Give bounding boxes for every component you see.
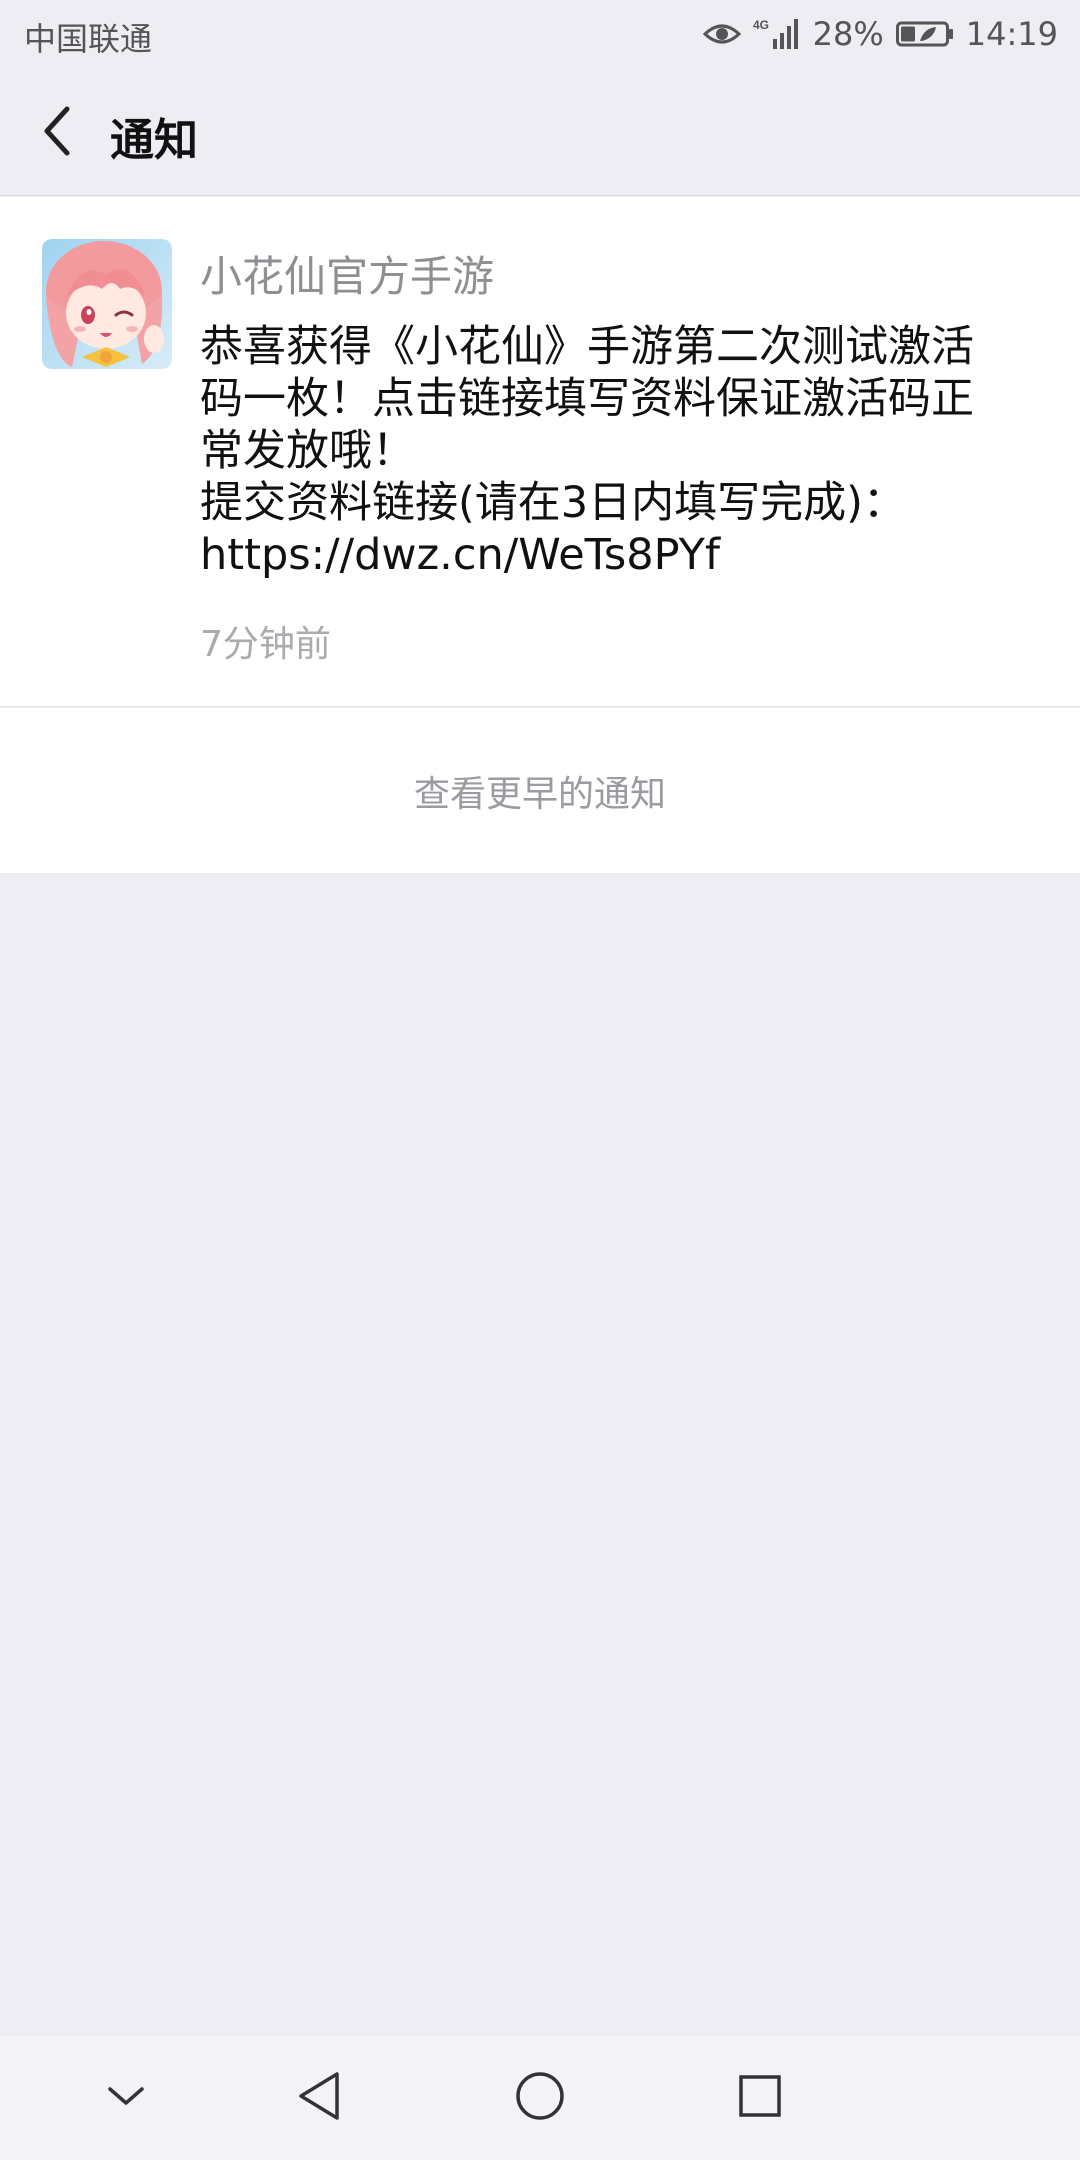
message-line: 恭喜获得《小花仙》手游第二次测试激活 — [200, 322, 974, 372]
notification-item[interactable]: 小花仙官方手游 恭喜获得《小花仙》手游第二次测试激活 码一枚！点击链接填写资料保… — [0, 197, 1080, 707]
circle-home-icon — [513, 2069, 567, 2127]
message-line: 常发放哦！ — [200, 426, 415, 476]
navigation-bar — [0, 2036, 1080, 2160]
message-link[interactable]: https://dwz.cn/WeTs8PYf — [200, 529, 1050, 581]
nav-home-button[interactable] — [500, 2058, 580, 2138]
back-button[interactable] — [22, 98, 92, 168]
clock: 14:19 — [965, 15, 1058, 53]
battery-percent: 28% — [812, 15, 884, 53]
square-recent-icon — [735, 2071, 785, 2125]
header: 通知 — [0, 68, 1080, 196]
chevron-left-icon — [37, 103, 77, 163]
message-line: 提交资料链接(请在3日内填写完成)： — [200, 478, 906, 528]
nav-collapse-button[interactable] — [86, 2058, 166, 2138]
page-title: 通知 — [110, 115, 198, 166]
notification-time: 7分钟前 — [200, 624, 331, 665]
triangle-back-icon — [295, 2069, 345, 2127]
status-icons: 4G 28% 14:19 — [702, 12, 1058, 56]
nav-recent-button[interactable] — [720, 2058, 800, 2138]
avatar[interactable] — [42, 239, 172, 369]
battery-icon — [895, 20, 954, 48]
sender-name[interactable]: 小花仙官方手游 — [200, 243, 494, 304]
nav-back-button[interactable] — [280, 2058, 360, 2138]
eye-icon — [702, 20, 741, 48]
signal-icon: 4G — [753, 17, 801, 51]
network-type-label: 4G — [753, 18, 769, 32]
carrier-label: 中国联通 — [24, 20, 153, 58]
message-line: 码一枚！点击链接填写资料保证激活码正 — [200, 374, 974, 424]
notification-message: 恭喜获得《小花仙》手游第二次测试激活 码一枚！点击链接填写资料保证激活码正 常发… — [200, 321, 1050, 581]
view-earlier-button[interactable]: 查看更早的通知 — [0, 708, 1080, 873]
chevron-down-icon — [104, 2081, 148, 2115]
status-bar: 中国联通 4G 28% 14:19 — [0, 0, 1080, 68]
view-earlier-label: 查看更早的通知 — [413, 773, 666, 815]
